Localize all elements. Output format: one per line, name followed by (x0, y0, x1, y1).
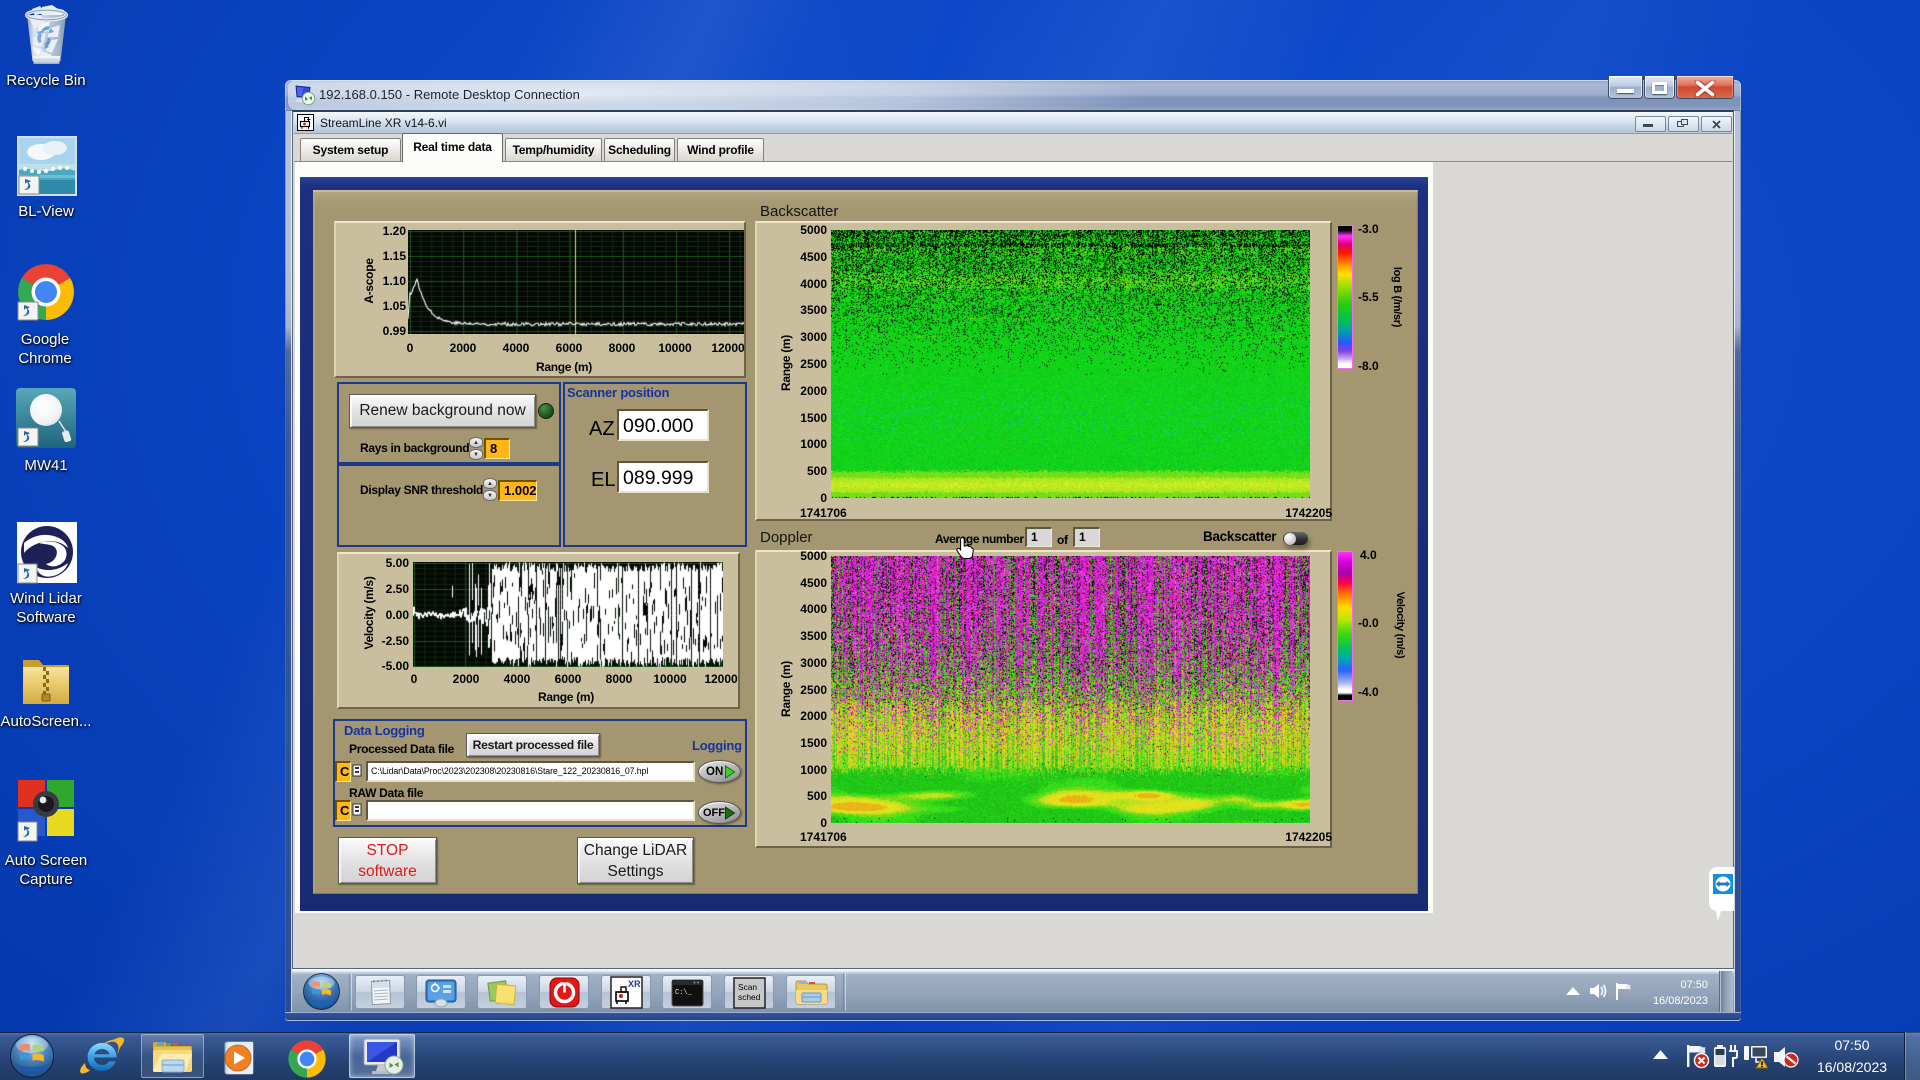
svg-text:Scan: Scan (738, 982, 757, 992)
svg-text:C:\_: C:\_ (675, 989, 693, 997)
svg-text:XR: XR (628, 979, 641, 989)
svg-text:sched: sched (738, 992, 761, 1002)
